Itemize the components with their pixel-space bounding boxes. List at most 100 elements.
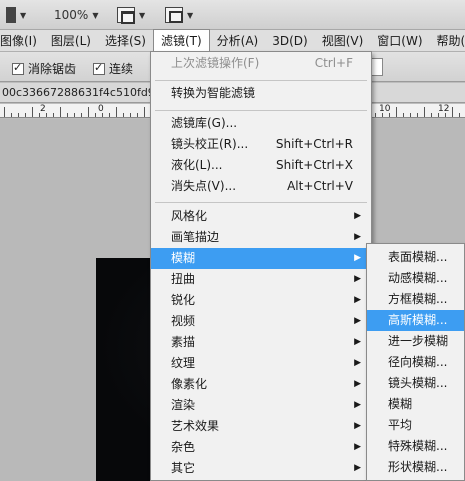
submenu-arrow-icon: ▶ bbox=[354, 400, 361, 410]
ruler-tick bbox=[46, 113, 47, 117]
menu-separator bbox=[155, 80, 367, 81]
menu-help[interactable]: 帮助(H) bbox=[430, 30, 465, 52]
menu-item-sharpen[interactable]: 锐化 ▶ bbox=[151, 290, 371, 311]
ruler-tick bbox=[25, 113, 26, 117]
menu-separator bbox=[155, 202, 367, 203]
menu-window[interactable]: 窗口(W) bbox=[370, 30, 429, 52]
menu-3d[interactable]: 3D(D) bbox=[265, 30, 314, 52]
menu-item-pixelate[interactable]: 像素化 ▶ bbox=[151, 374, 371, 395]
ps-logo-button[interactable]: ▼ bbox=[6, 5, 26, 25]
dropdown-arrow-icon: ▼ bbox=[139, 10, 146, 20]
menu-separator bbox=[155, 110, 367, 111]
ruler-tick bbox=[11, 113, 12, 117]
menu-view[interactable]: 视图(V) bbox=[315, 30, 371, 52]
submenu-arrow-icon: ▶ bbox=[354, 337, 361, 347]
menu-item-stylize[interactable]: 风格化 ▶ bbox=[151, 206, 371, 227]
ruler-tick bbox=[116, 107, 117, 117]
submenu-item-smart-blur[interactable]: 特殊模糊... bbox=[367, 436, 464, 457]
submenu-arrow-icon: ▶ bbox=[354, 295, 361, 305]
submenu-arrow-icon: ▶ bbox=[354, 442, 361, 452]
menu-item-label: 像素化 bbox=[171, 377, 208, 391]
menu-item-liquify[interactable]: 液化(L)... Shift+Ctrl+X bbox=[151, 155, 371, 176]
contiguous-label: 连续 bbox=[109, 62, 134, 76]
screen-mode-button[interactable]: ▼ bbox=[165, 5, 193, 25]
menu-image[interactable]: 图像(I) bbox=[0, 30, 44, 52]
ruler-label: 12 bbox=[438, 104, 450, 114]
submenu-item-gaussian-blur[interactable]: 高斯模糊... bbox=[367, 310, 464, 331]
submenu-item-radial-blur[interactable]: 径向模糊... bbox=[367, 352, 464, 373]
dropdown-arrow-icon: ▼ bbox=[92, 10, 99, 20]
submenu-item-blur[interactable]: 模糊 bbox=[367, 394, 464, 415]
ruler-tick bbox=[403, 113, 404, 117]
menu-item-noise[interactable]: 杂色 ▶ bbox=[151, 437, 371, 458]
antialias-label: 消除锯齿 bbox=[28, 62, 77, 76]
ruler-tick bbox=[60, 107, 61, 117]
menu-filter[interactable]: 滤镜(T) bbox=[152, 29, 210, 52]
antialias-checkbox[interactable]: 消除锯齿 bbox=[12, 60, 76, 77]
menu-item-blur[interactable]: 模糊 ▶ bbox=[151, 248, 371, 269]
menu-layer[interactable]: 图层(L) bbox=[44, 30, 98, 52]
submenu-item-box-blur[interactable]: 方框模糊... bbox=[367, 289, 464, 310]
submenu-arrow-icon: ▶ bbox=[354, 274, 361, 284]
ruler-tick bbox=[81, 113, 82, 117]
ruler-tick bbox=[67, 113, 68, 117]
submenu-item-lens-blur[interactable]: 镜头模糊... bbox=[367, 373, 464, 394]
menu-item-convert-smart-filters[interactable]: 转换为智能滤镜 bbox=[151, 83, 371, 104]
ruler-tick bbox=[88, 107, 89, 117]
menu-item-label: 扭曲 bbox=[171, 272, 196, 286]
ruler-tick bbox=[375, 113, 376, 117]
menu-item-last-filter[interactable]: 上次滤镜操作(F) Ctrl+F bbox=[151, 53, 371, 74]
menu-analysis[interactable]: 分析(A) bbox=[210, 30, 266, 52]
submenu-arrow-icon: ▶ bbox=[354, 463, 361, 473]
menu-select[interactable]: 选择(S) bbox=[98, 30, 153, 52]
menu-item-render[interactable]: 渲染 ▶ bbox=[151, 395, 371, 416]
submenu-item-surface-blur[interactable]: 表面模糊... bbox=[367, 247, 464, 268]
menu-item-label: 素描 bbox=[171, 335, 196, 349]
ruler-tick bbox=[102, 113, 103, 117]
ruler-tick bbox=[130, 113, 131, 117]
submenu-item-motion-blur[interactable]: 动感模糊... bbox=[367, 268, 464, 289]
ruler-tick bbox=[445, 113, 446, 117]
checkbox-checked-icon bbox=[93, 61, 105, 75]
ruler-tick bbox=[18, 113, 19, 117]
ruler-tick bbox=[137, 113, 138, 117]
menu-item-video[interactable]: 视频 ▶ bbox=[151, 311, 371, 332]
dropdown-arrow-icon: ▼ bbox=[20, 10, 27, 20]
menu-item-vanishing-point[interactable]: 消失点(V)... Alt+Ctrl+V bbox=[151, 176, 371, 197]
menu-item-texture[interactable]: 纹理 ▶ bbox=[151, 353, 371, 374]
ruler-tick bbox=[410, 113, 411, 117]
menu-item-sketch[interactable]: 素描 ▶ bbox=[151, 332, 371, 353]
menu-item-label: 渲染 bbox=[171, 398, 196, 412]
submenu-item-blur-more[interactable]: 进一步模糊 bbox=[367, 331, 464, 352]
submenu-item-shape-blur[interactable]: 形状模糊... bbox=[367, 457, 464, 478]
menu-item-label: 消失点(V)... bbox=[171, 179, 237, 193]
submenu-arrow-icon: ▶ bbox=[354, 358, 361, 368]
options-field[interactable] bbox=[371, 58, 383, 76]
ruler-tick bbox=[109, 113, 110, 117]
menu-item-label: 杂色 bbox=[171, 440, 196, 454]
menu-item-brush-strokes[interactable]: 画笔描边 ▶ bbox=[151, 227, 371, 248]
dropdown-arrow-icon: ▼ bbox=[187, 10, 194, 20]
menu-item-other[interactable]: 其它 ▶ bbox=[151, 458, 371, 479]
menu-item-label: 模糊 bbox=[171, 251, 196, 265]
ruler-tick bbox=[431, 113, 432, 117]
menu-item-filter-gallery[interactable]: 滤镜库(G)... bbox=[151, 113, 371, 134]
menu-item-label: 视频 bbox=[171, 314, 196, 328]
ruler-tick bbox=[144, 107, 145, 117]
ruler-tick bbox=[53, 113, 54, 117]
submenu-arrow-icon: ▶ bbox=[354, 232, 361, 242]
arrange-documents-button[interactable]: ▼ bbox=[117, 5, 145, 25]
contiguous-checkbox[interactable]: 连续 bbox=[93, 60, 133, 77]
menu-item-label: 风格化 bbox=[171, 209, 208, 223]
ruler-tick bbox=[438, 113, 439, 117]
zoom-dropdown[interactable]: 100% ▼ bbox=[54, 5, 98, 25]
arrange-documents-icon bbox=[117, 7, 135, 24]
menu-bar: 图像(I) 图层(L) 选择(S) 滤镜(T) 分析(A) 3D(D) 视图(V… bbox=[0, 29, 465, 52]
menu-item-label: 镜头校正(R)... bbox=[171, 137, 249, 151]
menu-item-artistic[interactable]: 艺术效果 ▶ bbox=[151, 416, 371, 437]
menu-item-distort[interactable]: 扭曲 ▶ bbox=[151, 269, 371, 290]
menu-item-label: 液化(L)... bbox=[171, 158, 223, 172]
ruler-tick bbox=[74, 113, 75, 117]
menu-item-lens-correction[interactable]: 镜头校正(R)... Shift+Ctrl+R bbox=[151, 134, 371, 155]
submenu-item-average[interactable]: 平均 bbox=[367, 415, 464, 436]
